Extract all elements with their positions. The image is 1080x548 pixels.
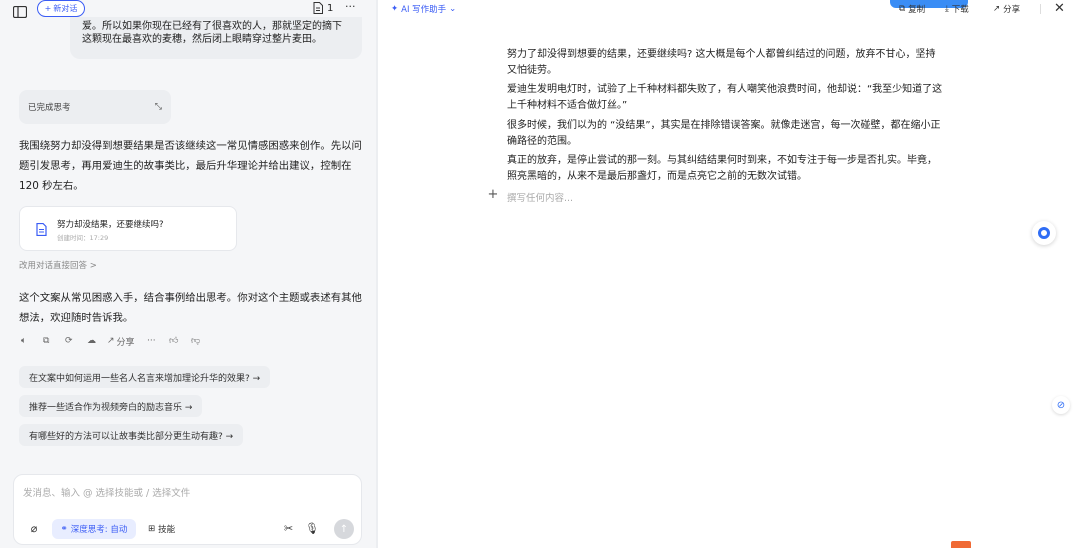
message-composer: 发消息、输入 @ 选择技能或 / 选择文件 ⌀ ⚭ 深度思考: 自动 ⊞ 技能 ✂ …: [13, 474, 362, 545]
skills-button[interactable]: ⊞ 技能: [148, 523, 175, 535]
editor-panel: ✦ AI 写作助手 ⌄ ⧉ 复制 ⤓ 下载 ↗ 分享 ✕ 努力了却没得到想要的结果，还要继…: [378, 0, 1080, 548]
chat-panel: + 新对话 1 ··· 爱。所以如果你现在已经有了很喜欢的人，那就坚定的摘下 这颗…: [0, 0, 376, 548]
message-input[interactable]: 发消息、输入 @ 选择技能或 / 选择文件: [23, 485, 353, 499]
add-block-icon[interactable]: +: [486, 188, 500, 202]
regenerate-icon[interactable]: ⟳: [65, 336, 87, 346]
grid-icon: ⊞: [148, 524, 156, 534]
editor-share-button[interactable]: ↗ 分享: [993, 3, 1020, 15]
doc-paragraph-line: 上千种材料不适合做灯丝。”: [507, 100, 628, 111]
close-icon[interactable]: ✕: [1054, 1, 1065, 16]
message-actions: 🔈︎ ⧉ ⟳ ☁︎ ↗ 分享 ··· 👍︎ 👎︎: [21, 335, 231, 348]
send-button[interactable]: ↑: [334, 519, 354, 539]
bottom-corner-widget: [951, 541, 971, 548]
scissors-icon[interactable]: ✂: [284, 522, 293, 535]
assistant-followup: 这个文案从常见困惑入手，结合事例给出思考。你对这个主题或表述有其他 想法，欢迎随…: [19, 292, 362, 324]
document-icon: [313, 2, 323, 14]
sidebar-toggle-icon[interactable]: [12, 3, 28, 19]
assistant-icon: [1038, 227, 1050, 239]
switch-to-chat-link[interactable]: 改用对话直接回答 >: [19, 259, 97, 271]
editor-input[interactable]: 撰写任何内容...: [507, 190, 573, 204]
deep-think-toggle[interactable]: ⚭ 深度思考: 自动: [52, 519, 136, 539]
doc-paragraph-line: 爱迪生发明电灯时，试验了上千种材料都失败了，有人嘲笑他浪费时间，他却说：“我至少…: [507, 84, 943, 95]
deep-think-icon: ⚭: [60, 524, 68, 534]
more-options-button[interactable]: ···: [345, 0, 356, 13]
download-button[interactable]: ⤓ 下载: [945, 3, 969, 15]
floating-assistant-button[interactable]: [1032, 221, 1056, 245]
toolbar-separator: [1040, 4, 1041, 14]
expand-icon[interactable]: ⤡: [155, 102, 162, 112]
user-message-line: 这颗现在最喜欢的麦穗，然后闭上眼睛穿过整片麦田。: [82, 34, 322, 45]
suggestion-chip[interactable]: 在文案中如何运用一些名人名言来增加理论升华的效果? →: [19, 366, 271, 388]
suggestion-chip[interactable]: 有哪些好的方法可以让故事类比部分更生动有趣? →: [19, 424, 244, 446]
doc-paragraph-line: 很多时候，我们以为的 “没结果”，其实是在排除错误答案。就像走迷宫，每一次碰壁，…: [507, 120, 941, 131]
page-count[interactable]: 1: [313, 2, 333, 14]
doc-paragraph-line: 努力了却没得到想要的结果，还要继续吗? 这大概是每个人都曾纠结过的问题，放弃不甘…: [507, 49, 936, 60]
doc-paragraph-line: 又怕徒劳。: [507, 65, 557, 76]
side-helper-button[interactable]: ⊘: [1052, 396, 1070, 414]
thumbs-up-icon[interactable]: 👍︎: [169, 336, 191, 346]
doc-card-title: 努力却没结果，还要继续吗?: [57, 220, 164, 230]
speaker-icon[interactable]: 🔈︎: [21, 336, 43, 346]
user-message-bubble: 爱。所以如果你现在已经有了很喜欢的人，那就坚定的摘下 这颗现在最喜欢的麦穗，然后…: [70, 17, 362, 59]
copy-button[interactable]: ⧉ 复制: [899, 3, 925, 15]
thinking-status-card[interactable]: 已完成思考 ⤡: [19, 90, 171, 124]
microphone-icon[interactable]: 🎙︎: [305, 522, 319, 535]
share-action[interactable]: ↗ 分享: [107, 335, 147, 348]
ai-assistant-button[interactable]: ✦ AI 写作助手 ⌄: [391, 3, 456, 15]
new-chat-button[interactable]: + 新对话: [37, 0, 85, 17]
thumbs-down-icon[interactable]: 👎︎: [191, 336, 209, 346]
download-icon: ⤓: [945, 4, 949, 14]
thinking-label: 已完成思考: [28, 103, 71, 113]
doc-paragraph-line: 照亮黑暗的，从来不是最后那盏灯，而是点亮它之前的无数次试错。: [507, 171, 807, 182]
sparkle-icon: ✦: [391, 4, 399, 14]
doc-paragraph-line: 真正的放弃，是停止尝试的那一刻。与其纠结结果何时到来，不如专注于每一步是否扎实。…: [507, 155, 937, 166]
suggestion-chip[interactable]: 推荐一些适合作为视频旁白的励志音乐 →: [19, 395, 203, 417]
doc-card-time: 创建时间：17:29: [57, 234, 109, 242]
share-icon: ↗: [107, 336, 115, 346]
doc-file-icon: [36, 223, 47, 236]
more-actions-icon[interactable]: ···: [147, 336, 169, 346]
chevron-down-icon: ⌄: [449, 4, 457, 14]
copy-icon[interactable]: ⧉: [43, 336, 65, 346]
doc-paragraph-line: 确路径的范围。: [507, 136, 577, 147]
attach-icon[interactable]: ⌀: [25, 519, 43, 537]
share-icon: ↗: [993, 4, 1001, 14]
assistant-reply: 我围绕努力却没得到想要结果是否该继续这一常见情感困惑来创作。先以问 题引发思考，…: [19, 140, 362, 192]
plus-icon: +: [44, 4, 52, 13]
document-card[interactable]: 努力却没结果，还要继续吗? 创建时间：17:29: [19, 206, 237, 251]
user-message-line: 爱。所以如果你现在已经有了很喜欢的人，那就坚定的摘下: [82, 21, 342, 32]
cloud-icon[interactable]: ☁︎: [87, 336, 107, 346]
copy-icon: ⧉: [899, 4, 906, 14]
